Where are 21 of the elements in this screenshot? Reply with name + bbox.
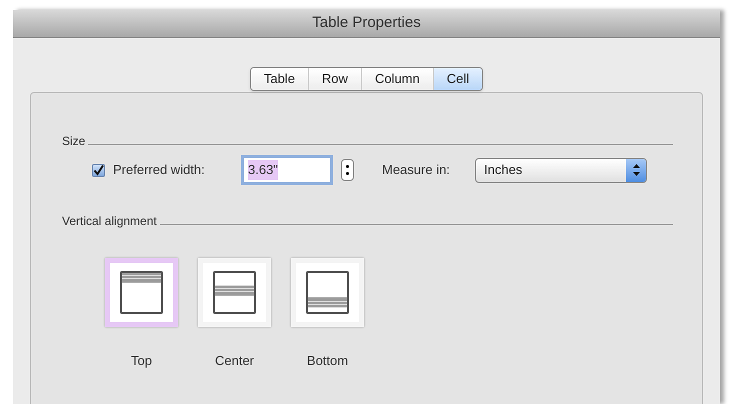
- tab[interactable]: Column: [360, 68, 433, 90]
- alignment-button[interactable]: [105, 258, 178, 327]
- dropdown[interactable]: Inches: [475, 158, 647, 182]
- cell-alignment-icon: [213, 271, 256, 314]
- section-heading: Size: [62, 133, 86, 150]
- stepper[interactable]: [341, 159, 354, 181]
- window-title: Table Properties: [312, 13, 421, 34]
- cell-alignment-icon: [120, 271, 163, 314]
- option-label: Center: [214, 352, 254, 370]
- option-label: Bottom: [306, 352, 348, 370]
- input-field[interactable]: 3.63": [241, 155, 333, 185]
- option-label: Top: [131, 352, 152, 370]
- checkbox[interactable]: [92, 164, 105, 176]
- tab[interactable]: Row: [308, 68, 361, 90]
- field-label: Measure in:: [382, 161, 451, 180]
- tab[interactable]: Cell: [432, 68, 482, 90]
- updown-icon: [626, 158, 646, 182]
- section-heading: Vertical alignment: [62, 213, 157, 230]
- tab[interactable]: Table: [250, 68, 308, 90]
- cell-alignment-icon: [306, 271, 349, 314]
- field-label: Preferred width:: [113, 161, 206, 180]
